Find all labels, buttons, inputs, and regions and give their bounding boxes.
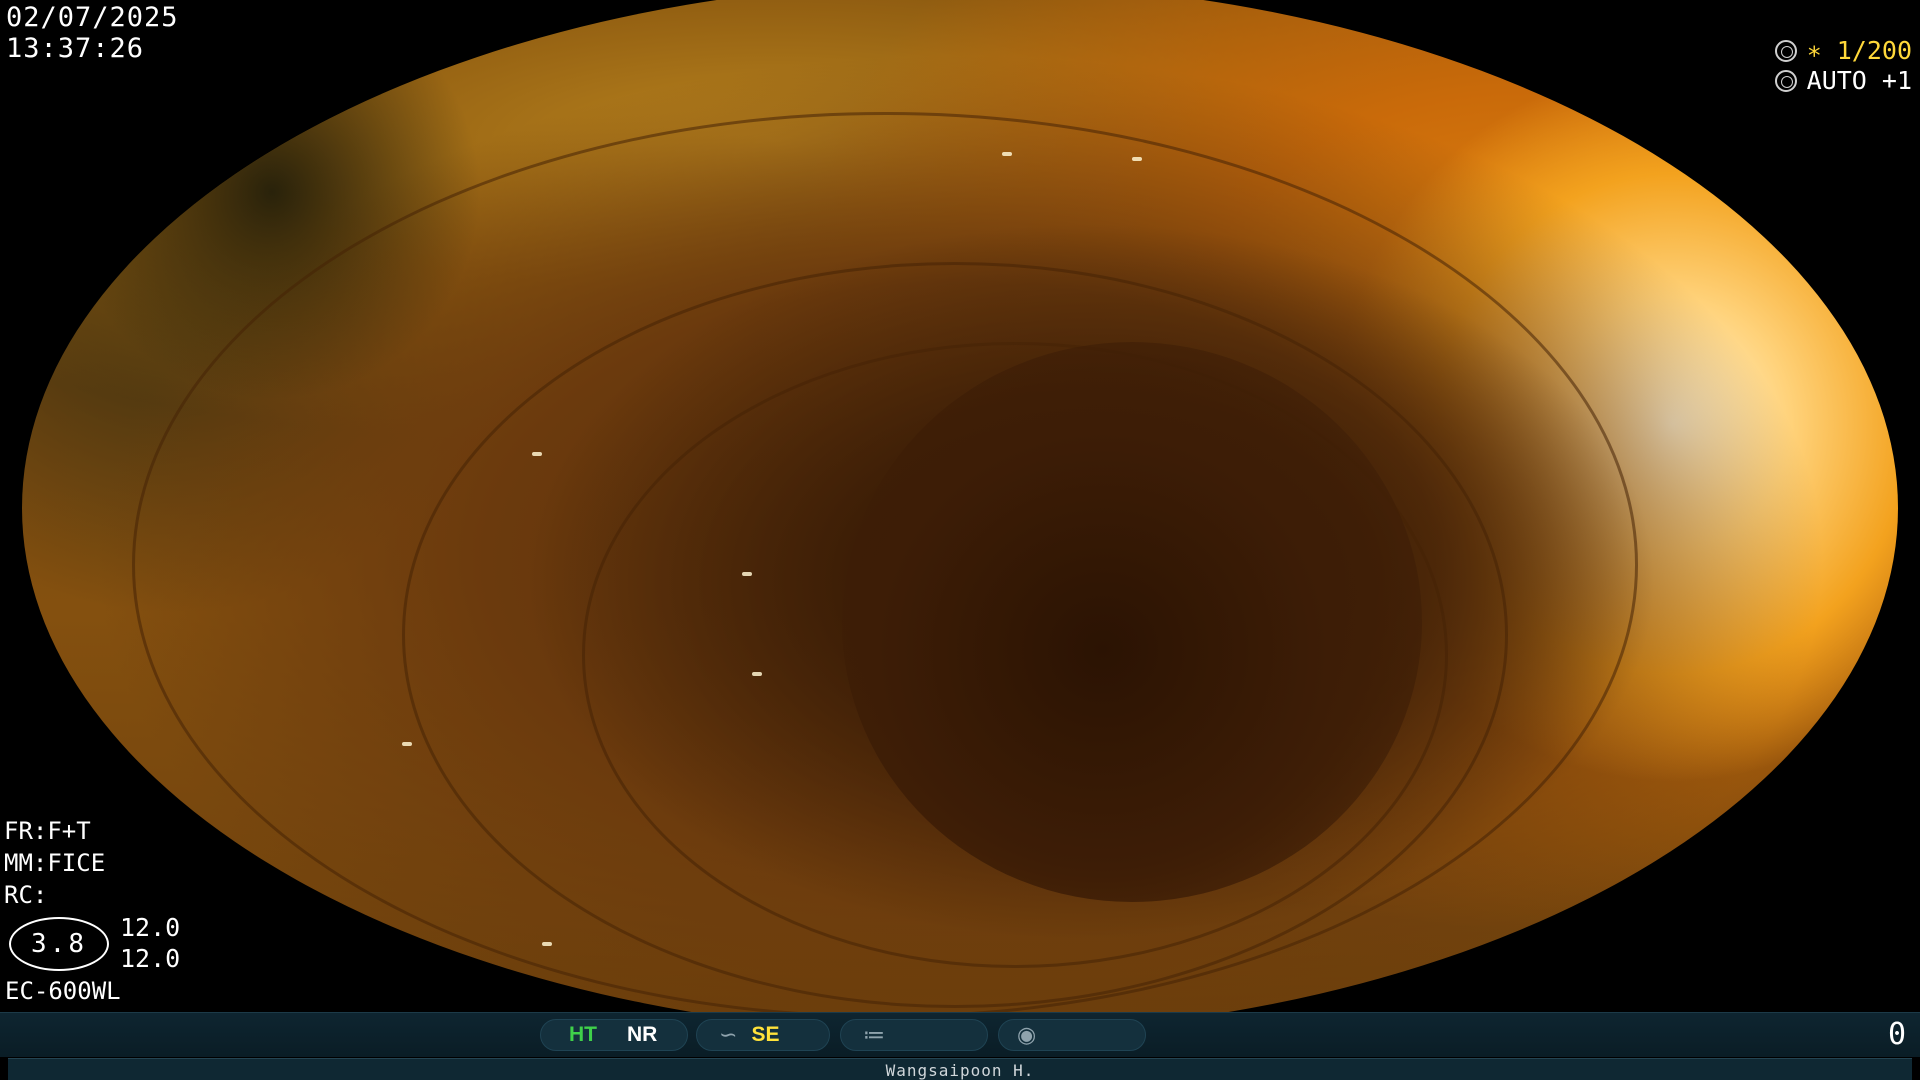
structure-enhance-indicator: ∽ SE bbox=[696, 1019, 830, 1051]
iris-icon bbox=[1774, 70, 1797, 92]
light-reflection bbox=[742, 572, 752, 576]
color-mode-icon: ≔ bbox=[863, 1022, 885, 1048]
zoom-value-bottom: 12.0 bbox=[120, 944, 181, 973]
endoscopic-image bbox=[22, 0, 1898, 1034]
shutter-icon bbox=[1774, 40, 1797, 62]
time-display: 13:37:26 bbox=[6, 33, 145, 64]
capture-icon: ◉ bbox=[1017, 1022, 1037, 1048]
light-reflection bbox=[752, 672, 762, 676]
processor-settings: FR:F+T MM:FICE RC: bbox=[4, 815, 105, 911]
capture-counter: 0 bbox=[1887, 1017, 1906, 1052]
frame-mode: FR:F+T bbox=[4, 817, 91, 845]
light-reflection bbox=[402, 742, 412, 746]
operator-bar: Wangsaipoon H. bbox=[8, 1058, 1912, 1080]
zoom-badge: 3.8 bbox=[9, 917, 109, 971]
exposure-panel: ∗ 1/200 AUTO +1 bbox=[1774, 36, 1912, 96]
operator-name: Wangsaipoon H. bbox=[885, 1060, 1035, 1080]
endoscopy-screen: 02/07/2025 13:37:26 ∗ 1/200 AUTO +1 FR:F… bbox=[0, 0, 1920, 1080]
ht-nr-indicator: HT NR bbox=[540, 1019, 688, 1051]
date-display: 02/07/2025 bbox=[6, 2, 179, 33]
lumen bbox=[842, 342, 1422, 902]
structure-enhance-icon: ∽ bbox=[719, 1022, 738, 1048]
light-reflection bbox=[1002, 152, 1012, 156]
light-reflection bbox=[532, 452, 542, 456]
zoom-value-top: 12.0 bbox=[120, 913, 181, 942]
iris-row: AUTO +1 bbox=[1774, 66, 1912, 96]
mode-label: MM:FICE bbox=[4, 849, 106, 877]
light-reflection bbox=[232, 862, 242, 866]
ht-label: HT bbox=[569, 1023, 597, 1046]
scope-model: EC-600WL bbox=[5, 977, 121, 1005]
shutter-speed: ∗ 1/200 bbox=[1806, 36, 1912, 65]
color-mode-indicator: ≔ bbox=[840, 1019, 988, 1051]
status-bar: HT NR ∽ SE ≔ ◉ 0 bbox=[0, 1012, 1920, 1057]
light-reflection bbox=[542, 942, 552, 946]
iris-mode: AUTO +1 bbox=[1806, 66, 1912, 95]
shutter-row: ∗ 1/200 bbox=[1774, 36, 1912, 66]
se-label: SE bbox=[751, 1023, 780, 1046]
zoom-values: 12.0 12.0 bbox=[120, 912, 180, 974]
rc-label: RC: bbox=[4, 881, 48, 909]
nr-label: NR bbox=[627, 1023, 658, 1046]
capture-indicator: ◉ bbox=[998, 1019, 1146, 1051]
light-reflection bbox=[1132, 157, 1142, 161]
